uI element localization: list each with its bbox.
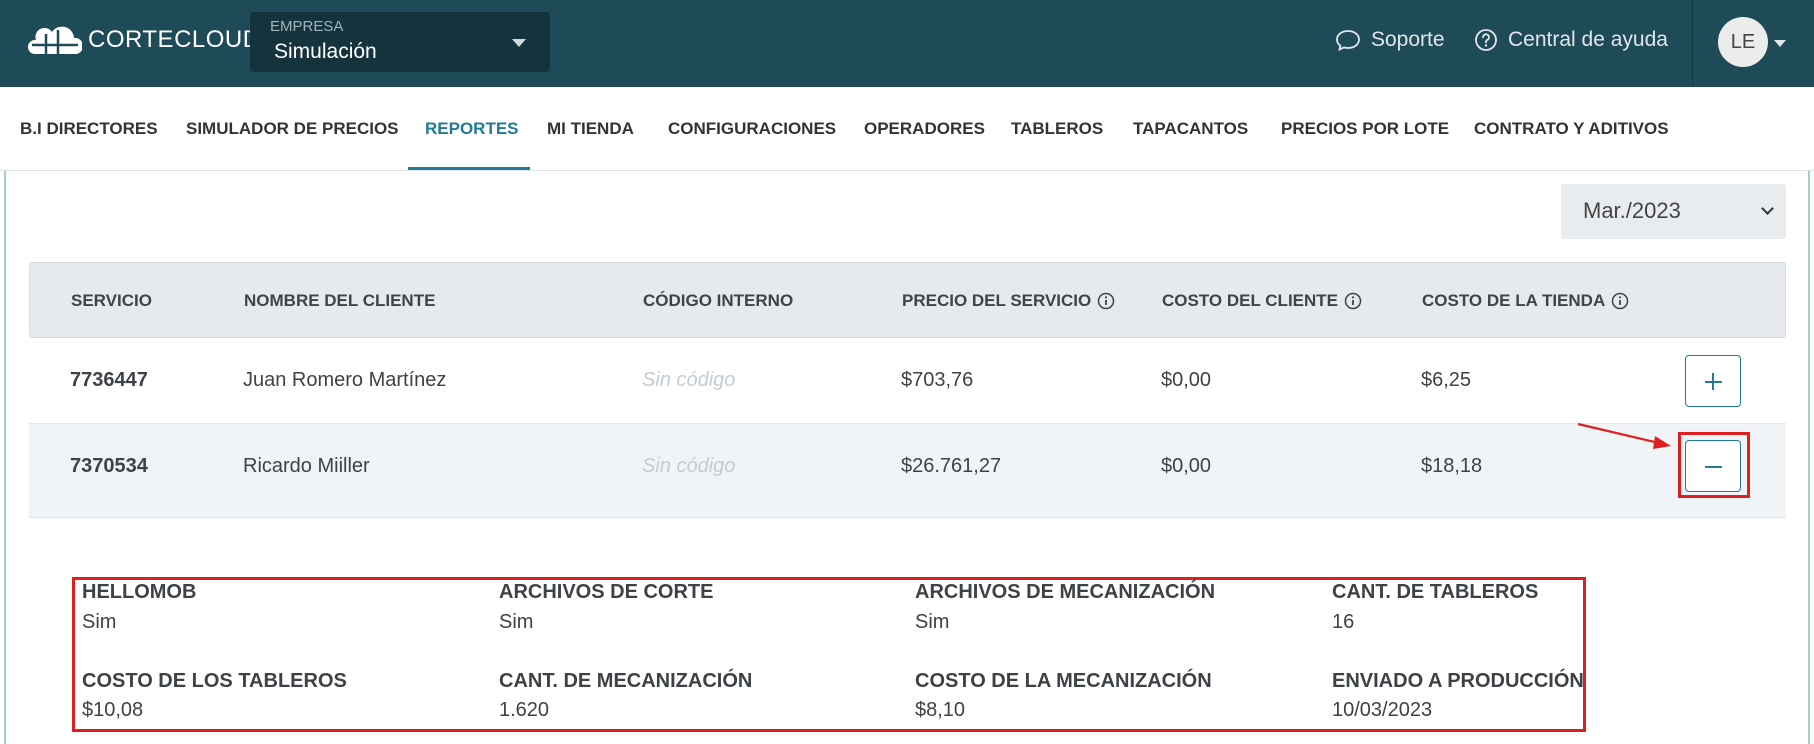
internal-code: Sin código: [642, 369, 736, 391]
table-header: SERVICIO NOMBRE DEL CLIENTE CÓDIGO INTER…: [29, 262, 1786, 338]
detail-value: Sim: [915, 611, 950, 633]
service-id: 7736447: [70, 369, 148, 391]
help-center-label: Central de ayuda: [1508, 28, 1668, 51]
user-avatar[interactable]: LE: [1718, 17, 1768, 67]
info-icon[interactable]: [1611, 292, 1629, 310]
column-header-codigo-interno[interactable]: CÓDIGO INTERNO: [643, 291, 793, 311]
column-header-costo-tienda[interactable]: COSTO DE LA TIENDA: [1422, 291, 1629, 311]
detail-value: 16: [1332, 611, 1355, 633]
column-header-precio-servicio[interactable]: PRECIO DEL SERVICIO: [902, 291, 1115, 311]
main-nav: B.I DIRECTORES SIMULADOR DE PRECIOS REPO…: [0, 87, 1814, 171]
help-center-link[interactable]: Central de ayuda: [1474, 28, 1668, 52]
info-icon[interactable]: [1344, 292, 1362, 310]
detail-value: $8,10: [915, 699, 966, 721]
tab-mi-tienda[interactable]: MI TIENDA: [547, 119, 634, 139]
column-header-costo-cliente[interactable]: COSTO DEL CLIENTE: [1162, 291, 1362, 311]
annotation-arrow-icon: [1577, 422, 1671, 449]
client-name: Ricardo Miiller: [243, 455, 370, 477]
store-cost: $6,25: [1421, 369, 1472, 391]
client-cost: $0,00: [1161, 455, 1212, 477]
detail-value: $10,08: [82, 699, 144, 721]
month-select-value: Mar./2023: [1583, 198, 1681, 223]
help-circle-icon: [1475, 29, 1497, 51]
service-price: $26.761,27: [901, 455, 1002, 477]
tab-bi-directores[interactable]: B.I DIRECTORES: [20, 119, 158, 139]
detail-value: 10/03/2023: [1332, 699, 1433, 721]
detail-label: COSTO DE LA MECANIZACIÓN: [915, 670, 1212, 692]
column-header-servicio[interactable]: SERVICIO: [71, 291, 152, 311]
support-link[interactable]: Soporte: [1335, 28, 1445, 52]
company-label: EMPRESA: [270, 18, 344, 35]
tab-precios-por-lote[interactable]: PRECIOS POR LOTE: [1281, 119, 1449, 139]
detail-label: CANT. DE TABLEROS: [1332, 581, 1539, 603]
logo[interactable]: CORTECLOUD: [28, 24, 261, 56]
detail-label: CANT. DE MECANIZACIÓN: [499, 670, 753, 692]
caret-down-icon: [512, 39, 526, 47]
detail-value: Sim: [82, 611, 117, 633]
detail-label: ARCHIVOS DE MECANIZACIÓN: [915, 581, 1216, 603]
service-id: 7370534: [70, 455, 148, 477]
divider: [1692, 0, 1693, 87]
cloud-logo-icon: [28, 26, 82, 54]
chevron-down-icon: [1761, 202, 1774, 215]
chat-bubble-icon: [1336, 30, 1360, 52]
client-name: Juan Romero Martínez: [243, 369, 447, 391]
info-icon[interactable]: [1097, 292, 1115, 310]
logo-text: CORTECLOUD: [88, 26, 261, 53]
client-cost: $0,00: [1161, 369, 1212, 391]
detail-label: COSTO DE LOS TABLEROS: [82, 670, 347, 692]
store-cost: $18,18: [1421, 455, 1483, 477]
service-price: $703,76: [901, 369, 974, 391]
company-value: Simulación: [274, 40, 377, 63]
highlight-box: [1678, 432, 1750, 498]
company-selector[interactable]: EMPRESA Simulación: [250, 12, 550, 72]
expand-row-button[interactable]: [1685, 355, 1741, 407]
tab-operadores[interactable]: OPERADORES: [864, 119, 985, 139]
detail-value: 1.620: [499, 699, 550, 721]
month-select[interactable]: Mar./2023: [1561, 184, 1786, 239]
caret-down-icon[interactable]: [1774, 40, 1786, 47]
tab-tableros[interactable]: TABLEROS: [1011, 119, 1103, 139]
tab-reportes[interactable]: REPORTES: [425, 119, 519, 139]
tab-tapacantos[interactable]: TAPACANTOS: [1133, 119, 1248, 139]
column-header-nombre-cliente[interactable]: NOMBRE DEL CLIENTE: [244, 291, 435, 311]
detail-label: ARCHIVOS DE CORTE: [499, 581, 714, 603]
active-tab-indicator: [408, 167, 530, 170]
tab-simulador-de-precios[interactable]: SIMULADOR DE PRECIOS: [186, 119, 399, 139]
internal-code: Sin código: [642, 455, 736, 477]
detail-label: HELLOMOB: [82, 581, 197, 603]
table-row: 7736447 Juan Romero Martínez Sin código …: [29, 338, 1786, 424]
detail-label: ENVIADO A PRODUCCIÓN: [1332, 670, 1584, 692]
detail-value: Sim: [499, 611, 534, 633]
top-bar: CORTECLOUD EMPRESA Simulación Soporte Ce…: [0, 0, 1814, 87]
table-row: 7370534 Ricardo Miiller Sin código $26.7…: [29, 424, 1786, 518]
tab-configuraciones[interactable]: CONFIGURACIONES: [668, 119, 836, 139]
support-label: Soporte: [1371, 28, 1445, 51]
tab-contrato-y-aditivos[interactable]: CONTRATO Y ADITIVOS: [1474, 119, 1669, 139]
